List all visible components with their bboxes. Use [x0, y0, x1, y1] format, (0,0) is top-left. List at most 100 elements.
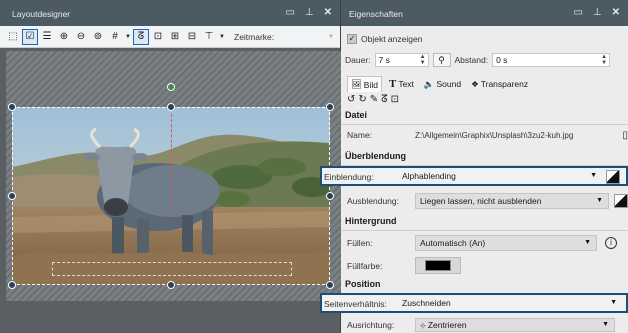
- chevron-down-icon: ▼: [602, 321, 609, 328]
- resize-handle-top-left[interactable]: [8, 103, 16, 111]
- select-frame-icon[interactable]: ⬚: [6, 30, 20, 44]
- rotate-handle[interactable]: [167, 83, 175, 91]
- speaker-icon: 🔈: [423, 78, 435, 89]
- hintergrund-heading: Hintergrund: [345, 216, 397, 226]
- chevron-down-icon: ▼: [610, 299, 617, 306]
- layout-designer-bottom-area: [0, 301, 340, 333]
- resize-handle-bottom-right[interactable]: [326, 281, 334, 289]
- text-icon: T: [388, 78, 397, 90]
- checkbox-tool-icon[interactable]: ☑: [22, 28, 38, 45]
- center-align-icon: ⊹: [420, 323, 428, 330]
- fuellen-dropdown[interactable]: Automatisch (An) ▼: [415, 235, 597, 251]
- chevron-down-icon: ▼: [584, 239, 591, 246]
- zoom-in-icon[interactable]: ⊕: [57, 30, 71, 44]
- tab-bild[interactable]: 🖼 Bild: [347, 76, 382, 92]
- fuellfarbe-swatch: [425, 260, 451, 271]
- maximize-icon[interactable]: ▭: [573, 7, 582, 19]
- text-frame-placeholder[interactable]: [52, 262, 292, 276]
- ausrichtung-dropdown[interactable]: ⊹ Zentrieren ▼: [415, 318, 615, 332]
- tab-transparenz-label: Transparenz: [480, 79, 529, 89]
- properties-tabs: 🖼 Bild T Text 🔈 Sound ❖ Transparenz: [347, 76, 531, 92]
- abstand-value: 0 s: [496, 55, 508, 65]
- close-icon[interactable]: ✕: [612, 7, 620, 19]
- grid-dropdown-icon[interactable]: ▼: [125, 30, 131, 44]
- grid-icon[interactable]: #: [108, 30, 122, 44]
- abstand-spinner-icon[interactable]: ▲ ▼: [601, 54, 607, 66]
- info-icon[interactable]: i: [605, 237, 617, 249]
- link-icon[interactable]: ⚲: [432, 53, 451, 67]
- einblendung-value: Alphablending: [402, 171, 456, 181]
- resize-handle-top[interactable]: [167, 103, 175, 111]
- dauer-value: 7 s: [378, 55, 390, 65]
- rotate-right-icon[interactable]: ↻: [358, 94, 366, 105]
- ueberblendung-heading: Überblendung: [345, 151, 406, 161]
- seitenverhaeltnis-row: Seitenverhältnis: Zuschneiden ▼: [320, 293, 628, 313]
- datei-heading: Datei: [345, 110, 368, 120]
- tab-text[interactable]: T Text: [386, 76, 417, 92]
- fuellfarbe-picker[interactable]: [415, 257, 461, 274]
- maximize-icon[interactable]: ▭: [285, 7, 294, 19]
- text-frame-icon[interactable]: ⊡: [151, 30, 165, 44]
- center-guide-line: [171, 114, 172, 214]
- chevron-down-icon: ▼: [590, 172, 597, 179]
- layout-designer-panel: Layoutdesigner ▭ ⊥ ✕ ⬚ ☑ ☰ ⊕ ⊖ ⊚ # ▼ ᘔ ⊡…: [0, 0, 342, 333]
- ausblendung-transition-icon[interactable]: [614, 194, 628, 208]
- fuellfarbe-label: Füllfarbe:: [347, 260, 383, 271]
- align-dropdown-icon[interactable]: ▼: [219, 30, 225, 44]
- einblendung-label: Einblendung:: [324, 172, 374, 182]
- show-object-checkbox[interactable]: ✓: [347, 34, 357, 44]
- tab-sound[interactable]: 🔈 Sound: [421, 76, 464, 92]
- dauer-input[interactable]: 7 s ▲ ▼: [374, 53, 429, 67]
- properties-title: Eigenschaften: [349, 9, 403, 19]
- file-browse-icon[interactable]: ▯: [622, 130, 628, 141]
- seitenverhaeltnis-label: Seitenverhältnis:: [324, 299, 387, 309]
- einblendung-dropdown[interactable]: Alphablending ▼: [398, 170, 602, 184]
- transparency-icon: ❖: [471, 78, 479, 89]
- tab-text-label: Text: [398, 79, 414, 89]
- ausblendung-value: Liegen lassen, nicht ausblenden: [420, 196, 542, 206]
- resize-handle-left[interactable]: [8, 192, 16, 200]
- ausrichtung-label: Ausrichtung:: [347, 320, 395, 330]
- layout-designer-title-bar: Layoutdesigner ▭ ⊥ ✕: [0, 0, 340, 26]
- zoom-out-icon[interactable]: ⊖: [74, 30, 88, 44]
- remove-element-icon[interactable]: ⊟: [185, 30, 199, 44]
- fuellen-label: Füllen:: [347, 238, 373, 248]
- image-icon: 🖼: [351, 79, 362, 89]
- edit-pen-icon[interactable]: ✎: [370, 94, 378, 105]
- resize-handle-bottom[interactable]: [167, 281, 175, 289]
- chevron-down-icon: ▼: [596, 197, 603, 204]
- ausblendung-label: Ausblendung:: [347, 196, 399, 206]
- tab-transparenz[interactable]: ❖ Transparenz: [468, 76, 531, 92]
- path-tool-icon[interactable]: ᘔ: [133, 28, 149, 45]
- show-object-label: Objekt anzeigen: [361, 34, 423, 44]
- close-icon[interactable]: ✕: [324, 7, 332, 19]
- position-heading: Position: [345, 279, 381, 289]
- name-label: Name:: [347, 130, 373, 140]
- add-element-icon[interactable]: ⊞: [168, 30, 182, 44]
- ausblendung-dropdown[interactable]: Liegen lassen, nicht ausblenden ▼: [415, 193, 609, 209]
- abstand-input[interactable]: 0 s ▲ ▼: [492, 53, 611, 67]
- resize-handle-right[interactable]: [326, 192, 334, 200]
- seitenverhaeltnis-value: Zuschneiden: [402, 298, 451, 308]
- dauer-spinner-icon[interactable]: ▲ ▼: [420, 54, 426, 66]
- resize-handle-top-right[interactable]: [326, 103, 334, 111]
- einblendung-transition-icon[interactable]: [606, 170, 620, 184]
- name-value[interactable]: Z:\Allgemein\Graphix\Unsplash\3zu2-kuh.j…: [415, 131, 573, 140]
- abstand-label: Abstand:: [454, 55, 489, 65]
- frame-icon[interactable]: ⊡: [391, 94, 399, 105]
- tab-sound-label: Sound: [436, 79, 462, 89]
- pin-icon[interactable]: ⊥: [305, 7, 314, 19]
- fuellen-value: Automatisch (An): [420, 238, 486, 248]
- seitenverhaeltnis-dropdown[interactable]: Zuschneiden ▼: [398, 297, 622, 311]
- properties-title-bar: Eigenschaften ▭ ⊥ ✕: [341, 0, 628, 26]
- layout-designer-toolbar: ⬚ ☑ ☰ ⊕ ⊖ ⊚ # ▼ ᘔ ⊡ ⊞ ⊟ ⊤ ▼ Zeitmarke: ▼: [0, 26, 340, 48]
- zoom-fit-icon[interactable]: ⊚: [91, 30, 105, 44]
- pin-icon[interactable]: ⊥: [593, 7, 602, 19]
- rotate-left-icon[interactable]: ↺: [347, 94, 355, 105]
- ausrichtung-value: Zentrieren: [427, 320, 467, 330]
- list-view-icon[interactable]: ☰: [40, 30, 54, 44]
- resize-handle-bottom-left[interactable]: [8, 281, 16, 289]
- align-icon[interactable]: ⊤: [202, 30, 216, 44]
- path-icon[interactable]: ᘔ: [381, 94, 387, 105]
- zeitmarke-dropdown-icon[interactable]: ▼: [328, 34, 334, 40]
